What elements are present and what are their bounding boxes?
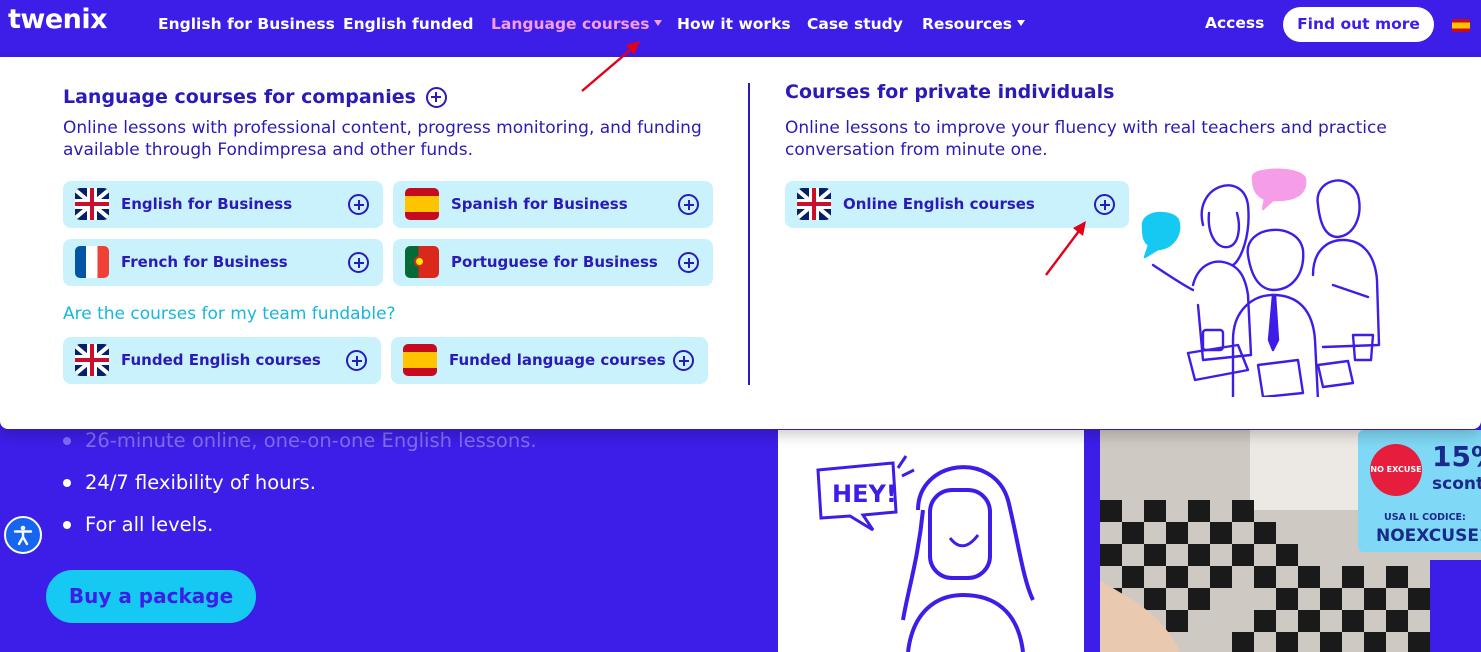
fundable-question-link[interactable]: Are the courses for my team fundable?: [63, 304, 396, 324]
hero-bullet-list: 26-minute online, one-on-one English les…: [63, 420, 537, 546]
course-funded-english[interactable]: Funded English courses: [63, 337, 381, 384]
buy-package-button[interactable]: Buy a package: [46, 570, 256, 623]
bullet-icon: [63, 479, 71, 487]
plus-circle-icon[interactable]: [1094, 194, 1115, 215]
plus-circle-icon: [678, 252, 699, 273]
course-portuguese-for-business[interactable]: Portuguese for Business: [393, 239, 713, 286]
companies-title[interactable]: Language courses for companies: [63, 86, 447, 108]
nav-how-it-works[interactable]: How it works: [677, 15, 791, 33]
annotation-arrow-icon: [581, 41, 640, 92]
language-courses-dropdown: Language courses for companies Online le…: [0, 41, 1481, 429]
accessibility-icon: [13, 525, 33, 546]
nav-resources[interactable]: Resources: [922, 15, 1025, 33]
plus-circle-icon[interactable]: [425, 86, 447, 108]
list-item: 24/7 flexibility of hours.: [63, 462, 537, 504]
course-funded-language[interactable]: Funded language courses: [391, 337, 708, 384]
hey-illustration: HEY!: [778, 430, 1084, 652]
hey-text: HEY!: [832, 480, 897, 508]
plus-circle-icon: [678, 194, 699, 215]
chevron-down-icon: [654, 19, 663, 26]
uk-flag-icon: [75, 188, 109, 220]
bullet-icon: [63, 521, 71, 529]
spain-flag-icon: [405, 188, 439, 220]
nav-english-for-business[interactable]: English for Business: [158, 15, 335, 33]
list-item: For all levels.: [63, 504, 537, 546]
people-illustration: [1141, 168, 1381, 397]
plus-circle-icon: [673, 350, 694, 371]
course-french-for-business[interactable]: French for Business: [63, 239, 383, 286]
top-nav: twenix English for Business English fund…: [0, 0, 1481, 57]
promo-sconto: sconto: [1432, 474, 1481, 494]
promo-use-code-label: USA IL CODICE:: [1384, 512, 1466, 523]
individuals-title[interactable]: Courses for private individuals: [785, 81, 1114, 103]
chevron-down-icon: [1016, 19, 1025, 26]
companies-description: Online lessons with professional content…: [63, 118, 702, 160]
access-link[interactable]: Access: [1205, 14, 1264, 32]
france-flag-icon: [75, 246, 109, 278]
uk-flag-icon: [75, 344, 109, 376]
course-spanish-for-business[interactable]: Spanish for Business: [393, 181, 713, 228]
nav-english-funded[interactable]: English funded: [343, 15, 474, 33]
uk-flag-icon: [797, 188, 831, 220]
spain-flag-icon[interactable]: [1452, 19, 1470, 32]
portugal-flag-icon: [405, 246, 439, 278]
course-english-for-business[interactable]: English for Business: [63, 181, 383, 228]
bullet-icon: [63, 437, 71, 445]
column-divider: [748, 83, 750, 385]
nav-case-study[interactable]: Case study: [807, 15, 903, 33]
promo-percent: 15%: [1432, 440, 1481, 473]
individuals-description: Online lessons to improve your fluency w…: [785, 118, 1387, 160]
annotation-arrow-icon: [1045, 221, 1086, 276]
promo-code: NOEXCUSE1: [1376, 526, 1481, 546]
spain-flag-icon: [403, 344, 437, 376]
twenix-logo[interactable]: twenix: [8, 4, 108, 35]
plus-circle-icon: [346, 350, 367, 371]
plus-circle-icon: [348, 194, 369, 215]
find-out-more-button[interactable]: Find out more: [1283, 7, 1434, 42]
promo-badge[interactable]: NO EXCUSE 15% sconto USA IL CODICE: NOEX…: [1358, 430, 1481, 552]
plus-circle-icon: [348, 252, 369, 273]
accessibility-button[interactable]: [4, 516, 42, 554]
no-excuse-badge: NO EXCUSE: [1370, 444, 1422, 496]
